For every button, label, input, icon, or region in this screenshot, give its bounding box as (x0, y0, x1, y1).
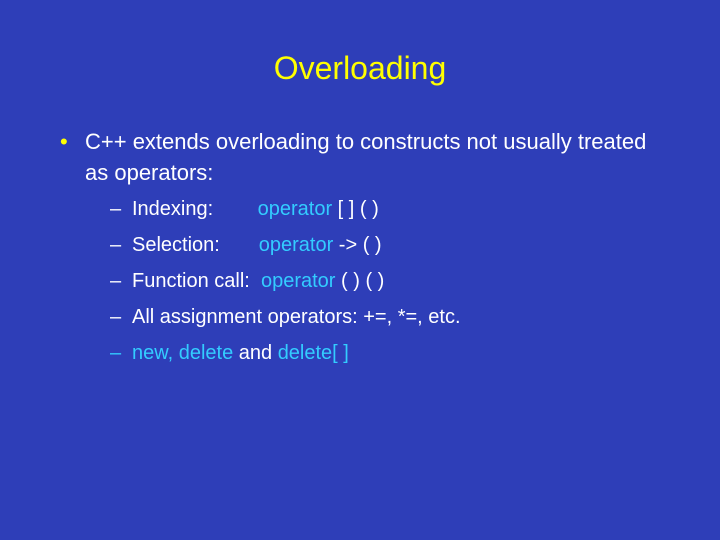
slide: Overloading C++ extends overloading to c… (0, 0, 720, 540)
indexing-syntax: [ ] ( ) (332, 198, 379, 220)
bullet-list: C++ extends overloading to constructs no… (50, 127, 670, 367)
new-delete-item: new, delete and delete[ ] (110, 339, 670, 367)
function-item: Function call: operator ( ) ( ) (110, 267, 670, 295)
indexing-item: Indexing: operator [ ] ( ) (110, 195, 670, 223)
selection-item: Selection: operator -> ( ) (110, 231, 670, 259)
function-syntax: ( ) ( ) (335, 270, 384, 292)
operator-keyword: operator (261, 270, 336, 292)
operator-keyword: operator (258, 198, 333, 220)
indexing-label: Indexing: (132, 198, 258, 220)
and-text: and (233, 342, 277, 364)
main-bullet: C++ extends overloading to constructs no… (60, 127, 670, 189)
assignment-item: All assignment operators: +=, *=, etc. (110, 303, 670, 331)
function-label: Function call: (132, 270, 261, 292)
delete-array-text: delete[ ] (278, 342, 349, 364)
selection-label: Selection: (132, 234, 259, 256)
slide-title: Overloading (50, 50, 670, 87)
new-delete-text: new, delete (132, 342, 233, 364)
selection-syntax: -> ( ) (333, 234, 381, 256)
operator-keyword: operator (259, 234, 334, 256)
